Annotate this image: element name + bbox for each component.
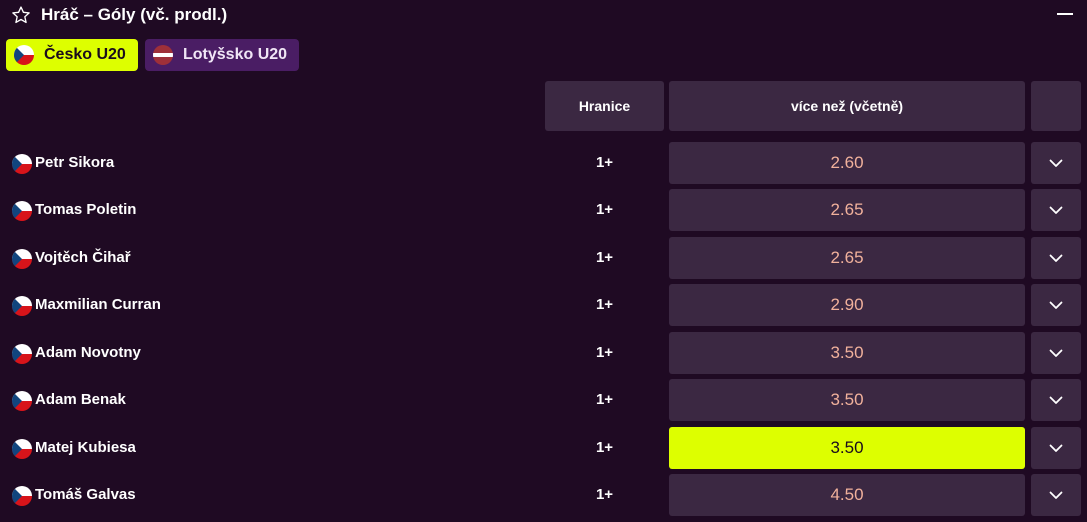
expand-button[interactable] <box>1031 237 1081 279</box>
team-selector: Česko U20 Lotyšsko U20 <box>6 39 299 71</box>
column-header-over: více než (včetně) <box>669 81 1025 131</box>
table-row: Vojtěch Čihař 1+ 2.65 <box>0 237 1087 279</box>
team-label: Lotyšsko U20 <box>183 46 288 63</box>
star-outline-icon[interactable] <box>11 5 31 25</box>
expand-button[interactable] <box>1031 142 1081 184</box>
odds-button[interactable]: 2.90 <box>669 284 1025 326</box>
czech-flag-icon <box>12 391 32 411</box>
chevron-down-icon <box>1049 206 1063 214</box>
chevron-down-icon <box>1049 396 1063 404</box>
odds-button[interactable]: 3.50 <box>669 332 1025 374</box>
odds-button[interactable]: 2.60 <box>669 142 1025 184</box>
team-label: Česko U20 <box>44 46 126 63</box>
line-value: 1+ <box>595 486 614 503</box>
expand-button[interactable] <box>1031 284 1081 326</box>
expand-button[interactable] <box>1031 189 1081 231</box>
line-value: 1+ <box>595 391 614 408</box>
odds-button[interactable]: 3.50 <box>669 379 1025 421</box>
odds-button[interactable]: 2.65 <box>669 189 1025 231</box>
player-name: Adam Novotny <box>35 344 141 361</box>
czech-flag-icon <box>12 154 32 174</box>
minus-icon[interactable] <box>1057 13 1073 15</box>
czech-flag-icon <box>12 439 32 459</box>
table-row: Maxmilian Curran 1+ 2.90 <box>0 284 1087 326</box>
expand-button[interactable] <box>1031 379 1081 421</box>
expand-button[interactable] <box>1031 427 1081 469</box>
odds-button[interactable]: 3.50 <box>669 427 1025 469</box>
expand-button[interactable] <box>1031 474 1081 516</box>
player-name: Petr Sikora <box>35 154 115 171</box>
latvia-flag-icon <box>153 45 173 65</box>
chevron-down-icon <box>1049 491 1063 499</box>
line-value: 1+ <box>595 439 614 456</box>
czech-flag-icon <box>12 249 32 269</box>
player-name: Adam Benak <box>35 391 126 408</box>
market-header[interactable]: Hráč – Góly (vč. prodl.) <box>0 0 1087 30</box>
team-button-latvia[interactable]: Lotyšsko U20 <box>145 39 299 71</box>
column-header-empty <box>1031 81 1081 131</box>
czech-flag-icon <box>12 344 32 364</box>
chevron-down-icon <box>1049 444 1063 452</box>
line-value: 1+ <box>595 154 614 171</box>
czech-flag-icon <box>12 296 32 316</box>
odds-button[interactable]: 2.65 <box>669 237 1025 279</box>
player-name: Matej Kubiesa <box>35 439 136 456</box>
column-header-line: Hranice <box>545 81 664 131</box>
chevron-down-icon <box>1049 349 1063 357</box>
line-value: 1+ <box>595 201 614 218</box>
line-value: 1+ <box>595 344 614 361</box>
player-name: Tomas Poletin <box>35 201 137 218</box>
player-name: Vojtěch Čihař <box>35 249 131 266</box>
table-row: Adam Novotny 1+ 3.50 <box>0 332 1087 374</box>
player-name: Maxmilian Curran <box>35 296 161 313</box>
line-value: 1+ <box>595 296 614 313</box>
odds-button[interactable]: 4.50 <box>669 474 1025 516</box>
market-title: Hráč – Góly (vč. prodl.) <box>41 5 228 24</box>
chevron-down-icon <box>1049 159 1063 167</box>
czech-flag-icon <box>12 486 32 506</box>
chevron-down-icon <box>1049 254 1063 262</box>
table-row: Tomáš Galvas 1+ 4.50 <box>0 474 1087 516</box>
table-row: Matej Kubiesa 1+ 3.50 <box>0 427 1087 469</box>
czech-flag-icon <box>14 45 34 65</box>
table-row: Petr Sikora 1+ 2.60 <box>0 142 1087 184</box>
line-value: 1+ <box>595 249 614 266</box>
czech-flag-icon <box>12 201 32 221</box>
player-name: Tomáš Galvas <box>35 486 136 503</box>
expand-button[interactable] <box>1031 332 1081 374</box>
chevron-down-icon <box>1049 301 1063 309</box>
team-button-czech[interactable]: Česko U20 <box>6 39 138 71</box>
table-row: Adam Benak 1+ 3.50 <box>0 379 1087 421</box>
table-row: Tomas Poletin 1+ 2.65 <box>0 189 1087 231</box>
